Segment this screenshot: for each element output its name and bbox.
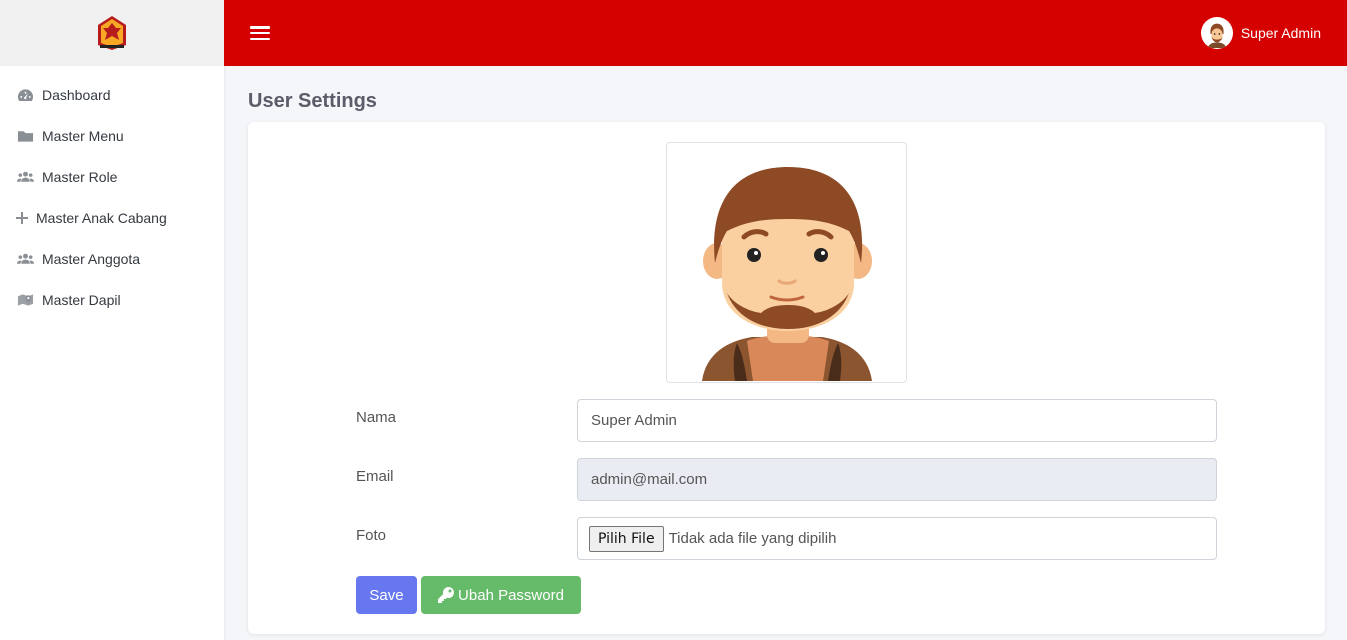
user-name: Super Admin: [1240, 25, 1321, 41]
change-password-button[interactable]: Ubah Password: [421, 576, 581, 614]
sidebar-nav: Dashboard Master Menu Master Role Master…: [0, 66, 224, 320]
sidebar-item-master-role[interactable]: Master Role: [0, 156, 224, 197]
key-icon: [438, 587, 455, 603]
foto-file-input: Pilih File Tidak ada file yang dipilih: [577, 517, 1217, 560]
top-navbar: Super Admin: [224, 0, 1347, 66]
brand-logo[interactable]: [0, 0, 224, 66]
nama-input-value: Super Admin: [591, 412, 677, 429]
sidebar-item-master-menu[interactable]: Master Menu: [0, 115, 224, 156]
save-button-label: Save: [369, 586, 404, 604]
sidebar-item-label: Master Anggota: [42, 250, 141, 267]
sidebar-item-label: Master Role: [42, 168, 118, 185]
file-status-text: Tidak ada file yang dipilih: [668, 530, 837, 547]
email-field-value: admin@mail.com: [591, 471, 708, 488]
sidebar-item-dashboard[interactable]: Dashboard: [0, 74, 224, 115]
email-label: Email: [356, 468, 394, 485]
settings-card: Nama Super Admin Email admin@mail.com Fo…: [248, 122, 1325, 634]
sidebar-item-label: Master Anak Cabang: [36, 209, 167, 226]
foto-label: Foto: [356, 527, 387, 544]
email-field: admin@mail.com: [577, 458, 1217, 501]
save-button[interactable]: Save: [356, 576, 417, 614]
nama-input[interactable]: Super Admin: [577, 399, 1217, 442]
sidebar-item-label: Master Dapil: [42, 291, 121, 308]
profile-avatar-illustration: [702, 167, 872, 381]
sidebar-item-master-dapil[interactable]: Master Dapil: [0, 279, 224, 320]
plus-icon: [16, 211, 28, 225]
map-icon: [16, 293, 34, 307]
choose-file-button[interactable]: Pilih File: [589, 525, 664, 552]
sidebar: Dashboard Master Menu Master Role Master…: [0, 0, 224, 640]
change-password-label: Ubah Password: [458, 586, 564, 604]
nama-label: Nama: [356, 409, 397, 426]
sidebar-item-label: Master Menu: [42, 127, 124, 144]
sidebar-item-master-anggota[interactable]: Master Anggota: [0, 238, 224, 279]
sidebar-item-master-anak-cabang[interactable]: Master Anak Cabang: [0, 197, 224, 238]
hamburger-icon[interactable]: [250, 25, 270, 41]
user-menu[interactable]: Super Admin: [1200, 17, 1321, 49]
gerindra-logo-icon: [98, 16, 126, 50]
page-title: User Settings: [248, 90, 377, 112]
sidebar-item-label: Dashboard: [42, 86, 111, 103]
profile-picture: [666, 142, 907, 383]
avatar: [1200, 17, 1233, 49]
users-icon: [16, 170, 34, 184]
folder-icon: [16, 129, 34, 143]
users-icon: [16, 252, 34, 266]
tachometer-icon: [16, 88, 34, 102]
